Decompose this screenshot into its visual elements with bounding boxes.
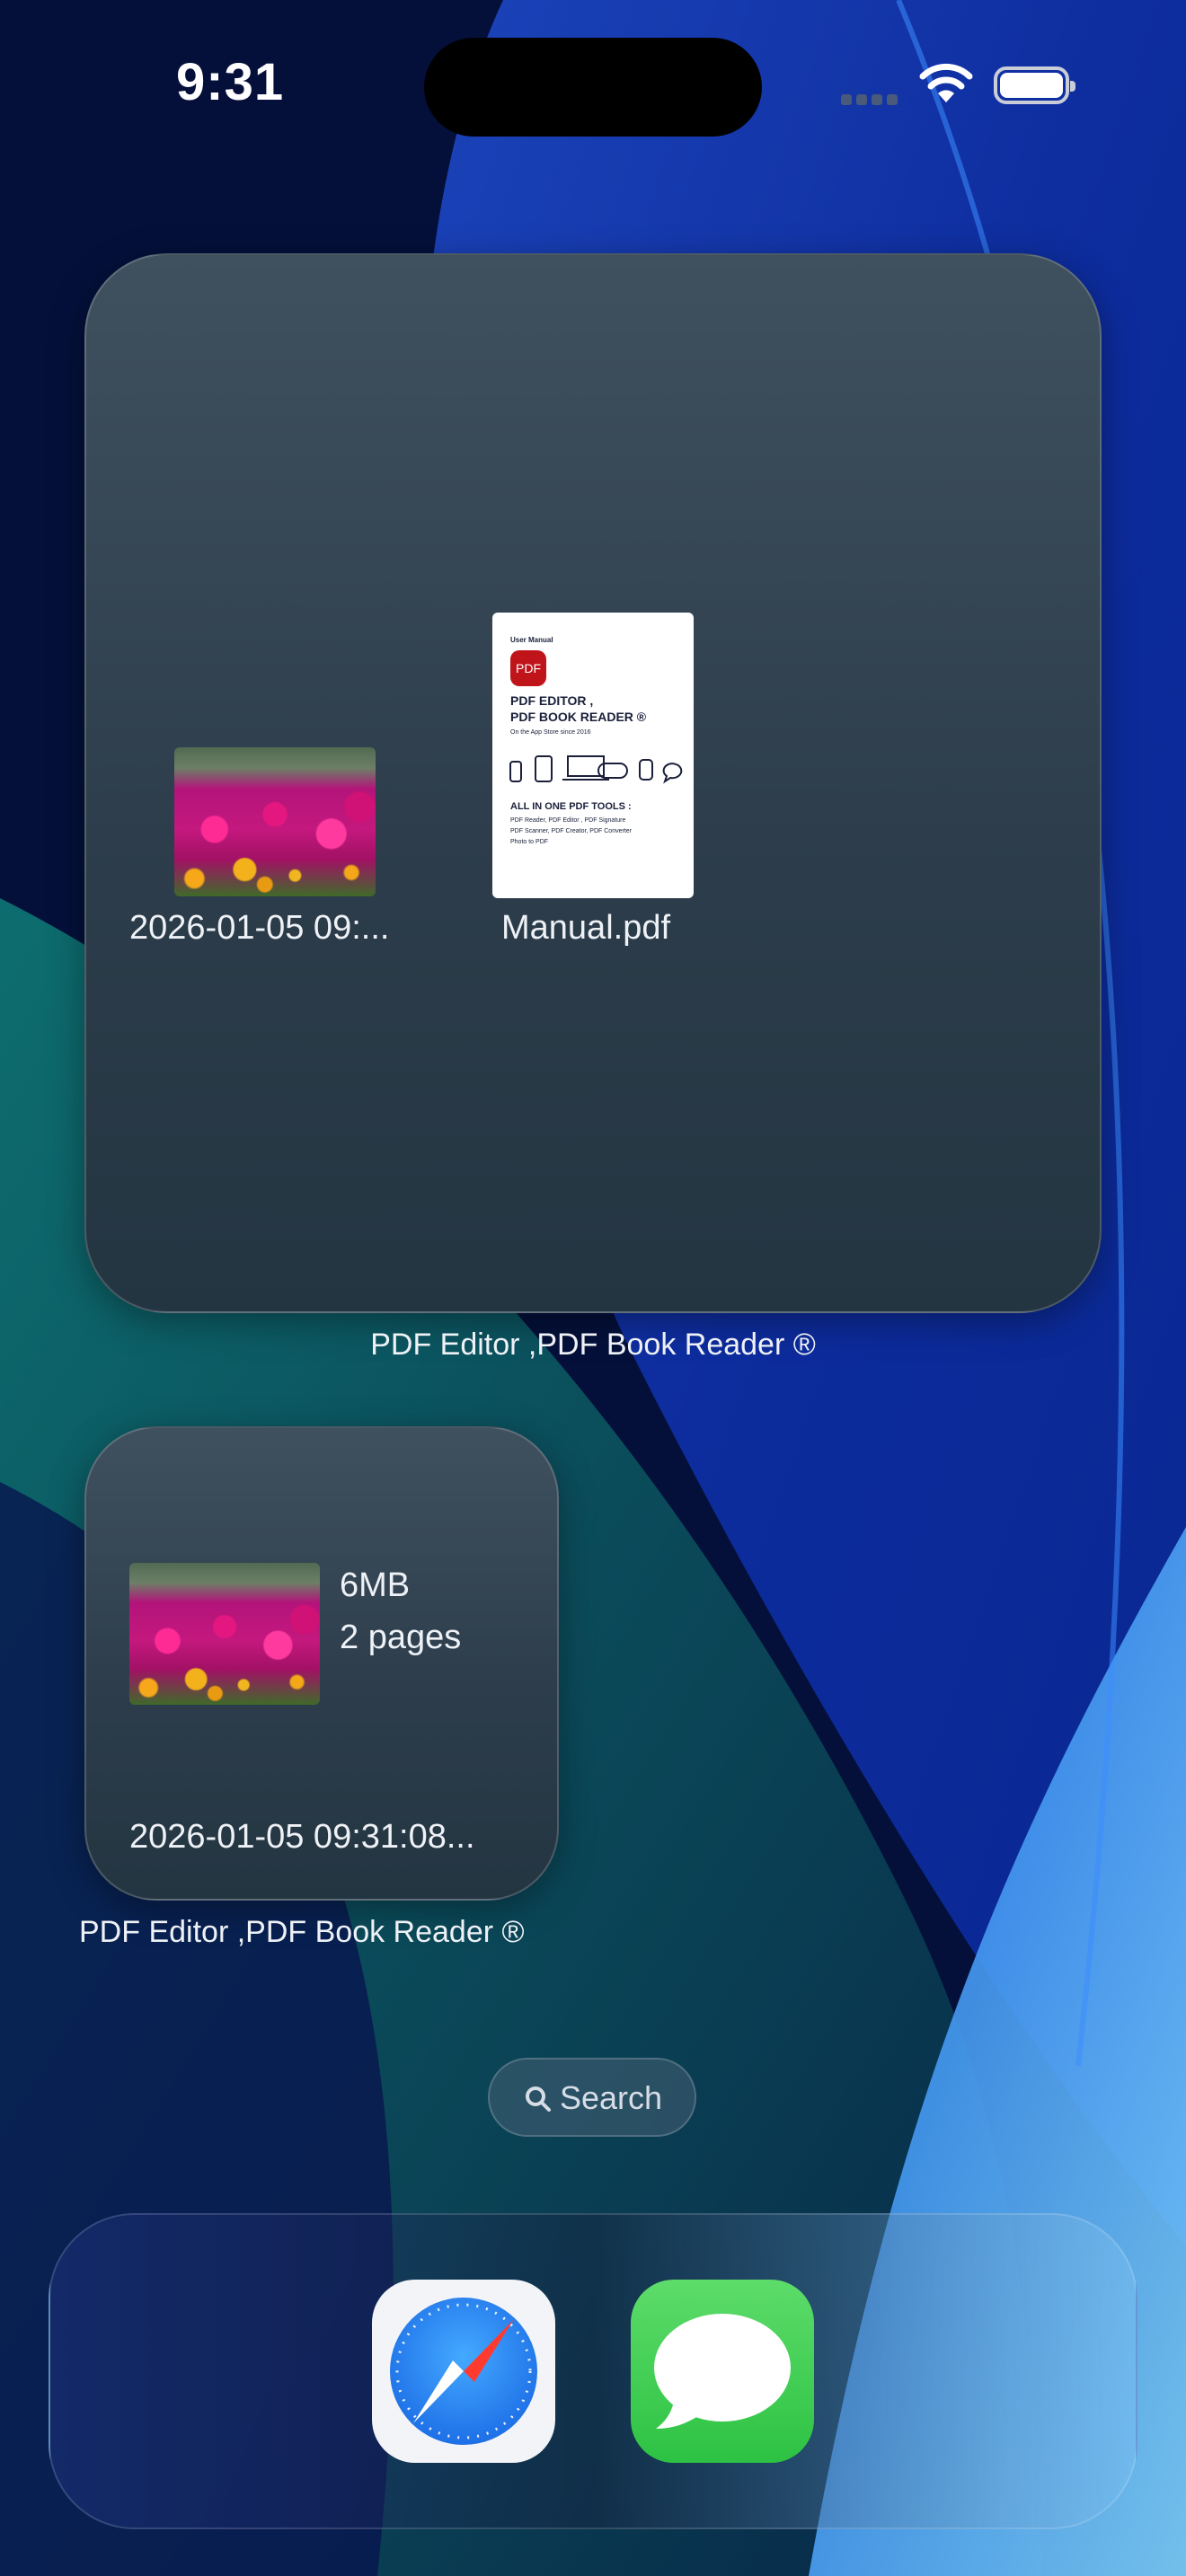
file-name-image[interactable]: 2026-01-05 09:...	[129, 909, 389, 948]
file-name-small: 2026-01-05 09:31:08...	[129, 1818, 475, 1856]
manual-tools-line1: PDF Reader, PDF Editor , PDF Signature	[510, 817, 626, 824]
flowers-thumbnail-small	[129, 1563, 320, 1705]
search-icon	[526, 2086, 551, 2112]
manual-small-title: User Manual	[510, 636, 553, 644]
search-button[interactable]: Search	[488, 2058, 696, 2137]
manual-since: On the App Store since 2016	[510, 729, 591, 736]
large-widget-app-name: PDF Editor ,PDF Book Reader ®	[370, 1328, 816, 1362]
battery-icon	[994, 66, 1075, 104]
cellular-signal-icon	[841, 93, 902, 110]
file-name-manual[interactable]: Manual.pdf	[501, 909, 670, 948]
safari-app-icon[interactable]	[372, 2280, 555, 2463]
dock	[49, 2213, 1137, 2529]
manual-tools-line3: Photo to PDF	[510, 839, 549, 845]
file-pages: 2 pages	[340, 1619, 462, 1656]
manual-tools-title: ALL IN ONE PDF TOOLS :	[510, 801, 632, 812]
compass-icon	[390, 2298, 537, 2445]
manual-title-2: PDF BOOK READER ®	[510, 710, 647, 724]
status-time: 9:31	[176, 53, 285, 111]
devices-icon	[509, 755, 683, 784]
flowers-thumbnail[interactable]	[174, 747, 376, 896]
file-size: 6MB	[340, 1566, 411, 1604]
speech-bubble-icon	[654, 2314, 791, 2429]
pdf-logo-icon: PDF	[510, 650, 546, 686]
messages-app-icon[interactable]	[631, 2280, 814, 2463]
search-label: Search	[560, 2079, 663, 2116]
dynamic-island	[424, 38, 762, 137]
manual-tools-line2: PDF Scanner, PDF Creator, PDF Converter	[510, 828, 632, 834]
wifi-icon	[919, 63, 973, 102]
manual-pdf-thumbnail[interactable]: User Manual PDF PDF EDITOR , PDF BOOK RE…	[492, 613, 694, 898]
small-widget-app-name: PDF Editor ,PDF Book Reader ®	[79, 1915, 525, 1949]
manual-title-1: PDF EDITOR ,	[510, 693, 594, 708]
